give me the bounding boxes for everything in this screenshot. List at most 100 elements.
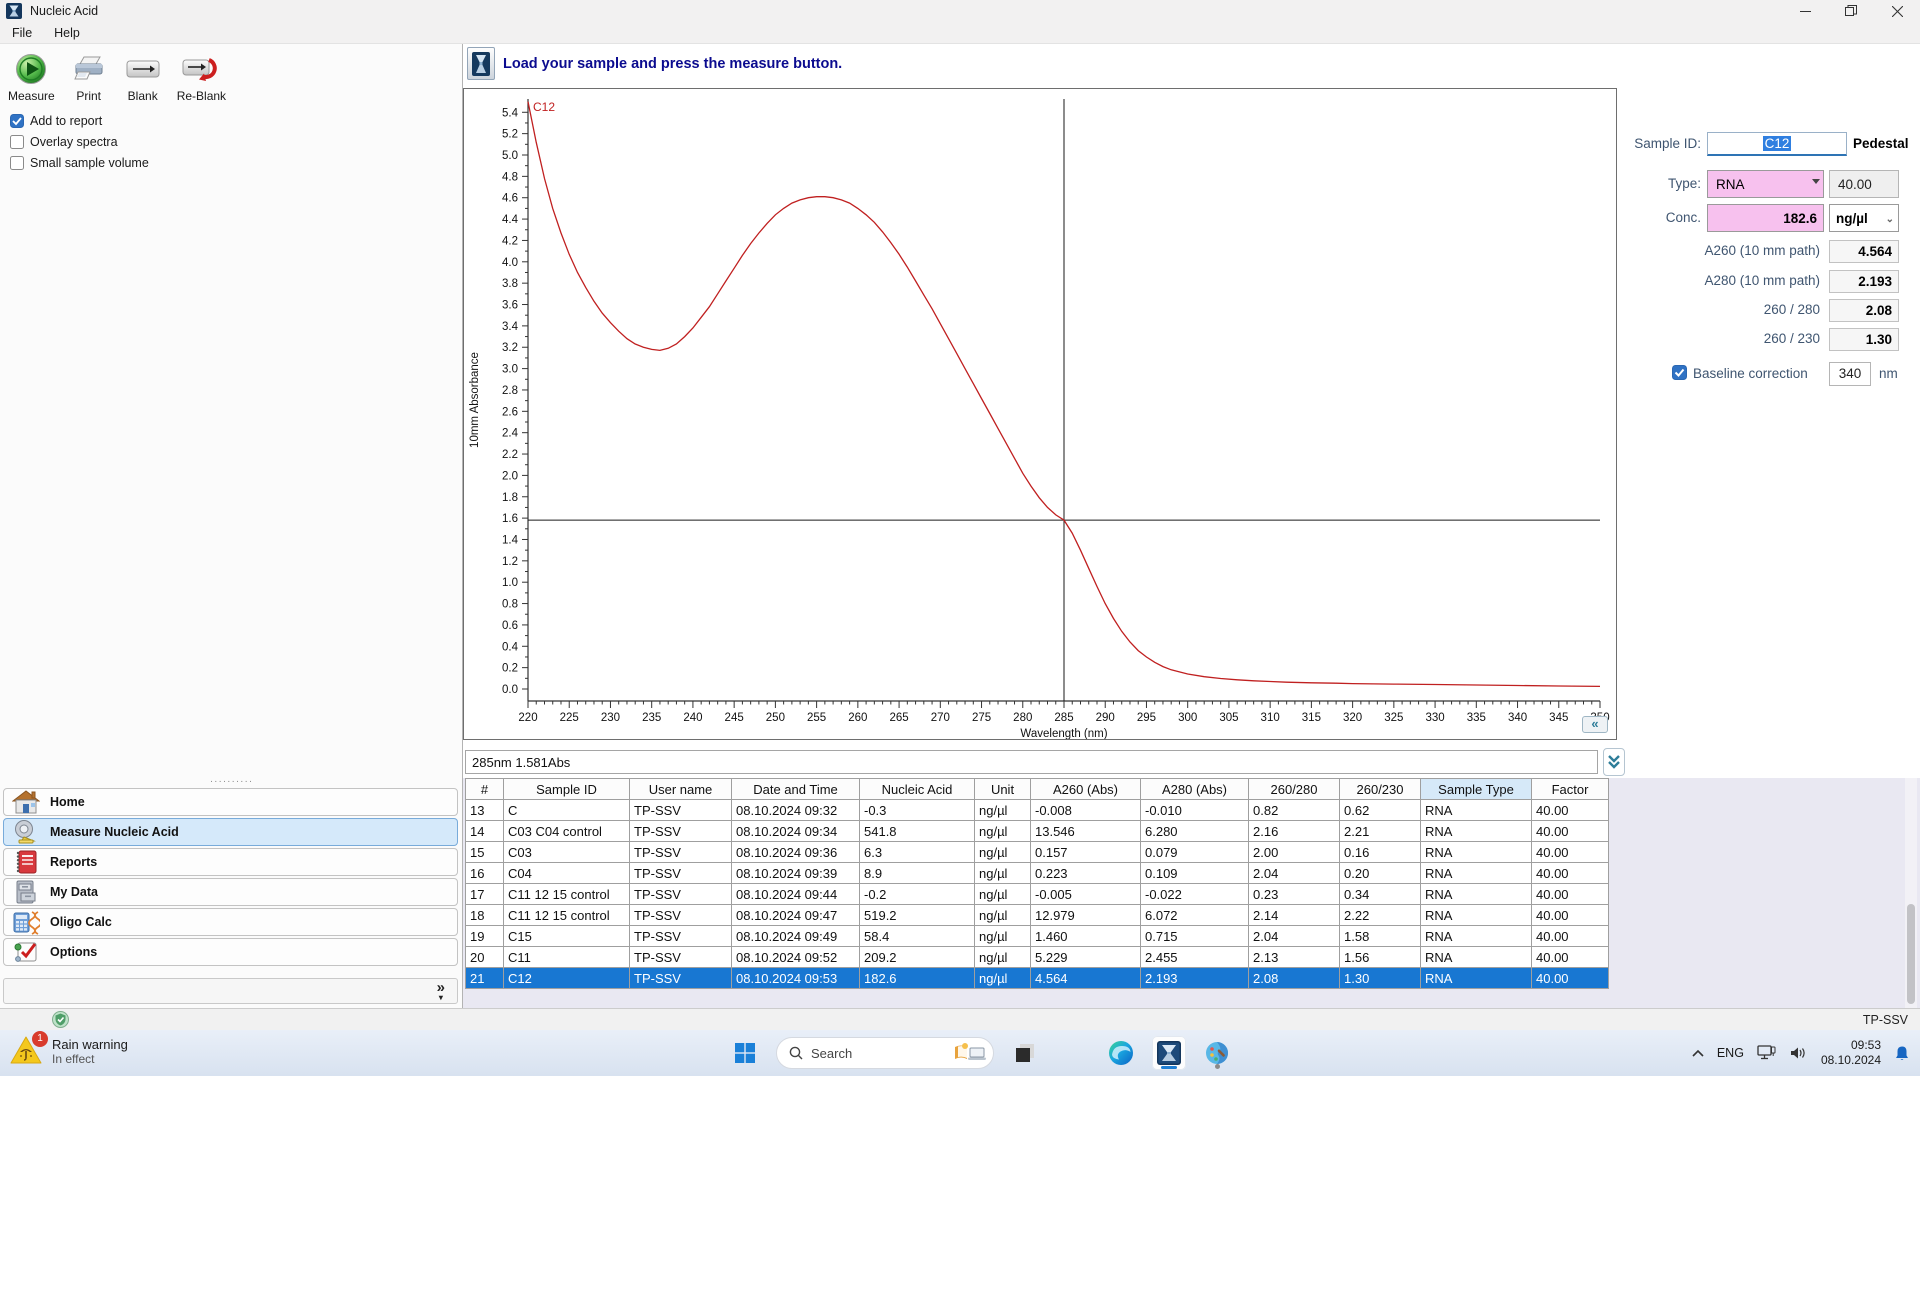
column-header[interactable]: 260/230: [1339, 778, 1421, 800]
column-header[interactable]: Factor: [1531, 778, 1609, 800]
blank-button[interactable]: Blank: [121, 50, 165, 105]
sample-id-input[interactable]: C12: [1707, 132, 1847, 156]
column-header[interactable]: Sample ID: [503, 778, 630, 800]
language-indicator[interactable]: ENG: [1717, 1046, 1744, 1060]
type-select[interactable]: RNA: [1707, 170, 1824, 198]
column-header[interactable]: A280 (Abs): [1140, 778, 1249, 800]
sidebar-item-my-data[interactable]: My Data: [3, 878, 458, 906]
print-button[interactable]: Print: [67, 50, 111, 105]
start-button[interactable]: [728, 1036, 762, 1070]
chart-collapse-button[interactable]: «: [1582, 716, 1608, 733]
running-app-indicator: [1215, 1064, 1220, 1069]
svg-text:1.2: 1.2: [502, 556, 518, 568]
table-row[interactable]: 18 C11 12 15 control TP-SSV 08.10.2024 09:4…: [465, 904, 1609, 926]
cell: 0.23: [1248, 883, 1340, 905]
cell: 0.34: [1339, 883, 1421, 905]
metric-value: 1.30: [1829, 328, 1899, 351]
column-header[interactable]: Sample Type: [1420, 778, 1532, 800]
splitter-handle[interactable]: ··········: [0, 777, 463, 787]
minimize-button[interactable]: [1782, 0, 1828, 22]
checkbox-icon: [10, 155, 24, 170]
cell: RNA: [1420, 799, 1532, 821]
cell: 08.10.2024 09:34: [731, 820, 860, 842]
sidebar-item-home[interactable]: Home: [3, 788, 458, 816]
column-header[interactable]: User name: [629, 778, 732, 800]
edge-browser-icon[interactable]: [1104, 1036, 1138, 1070]
conc-unit-select[interactable]: ng/µl ⌄: [1829, 204, 1899, 232]
svg-text:2.8: 2.8: [502, 385, 518, 397]
table-expand-button[interactable]: [1603, 748, 1625, 776]
crosshair-status-row: 285nm 1.581Abs: [463, 748, 1920, 778]
tray-expand-icon[interactable]: [1692, 1049, 1704, 1057]
column-header[interactable]: 260/280: [1248, 778, 1340, 800]
column-header[interactable]: Unit: [974, 778, 1031, 800]
cell: 19: [465, 925, 504, 947]
volume-icon[interactable]: [1790, 1046, 1808, 1060]
table-row[interactable]: 13 C TP-SSV 08.10.2024 09:32 -0.3 ng/µl -0.008…: [465, 799, 1609, 821]
column-header[interactable]: Date and Time: [731, 778, 860, 800]
svg-text:4.2: 4.2: [502, 235, 518, 247]
sidebar-item-measure-nucleic-acid[interactable]: Measure Nucleic Acid: [3, 818, 458, 846]
sidebar-item-reports[interactable]: Reports: [3, 848, 458, 876]
baseline-wavelength-field[interactable]: 340: [1829, 362, 1871, 386]
table-scrollbar[interactable]: [1905, 778, 1917, 1008]
network-icon[interactable]: [1757, 1045, 1777, 1061]
results-table-panel: # Sample ID User name Date and Time Nucleic …: [463, 778, 1920, 1008]
scrollbar-thumb[interactable]: [1907, 904, 1915, 1004]
notification-bell-icon[interactable]: [1894, 1045, 1910, 1062]
restore-button[interactable]: [1828, 0, 1874, 22]
cell: -0.005: [1030, 883, 1141, 905]
measure-nucleic-acid-icon: [12, 820, 40, 844]
svg-text:C12: C12: [533, 100, 555, 114]
app-icon: [6, 3, 22, 19]
overlay-spectra-checkbox[interactable]: Overlay spectra: [10, 131, 149, 152]
menu-file[interactable]: File: [12, 26, 32, 40]
measure-button[interactable]: Measure: [6, 50, 57, 105]
table-row[interactable]: 19 C15 TP-SSV 08.10.2024 09:49 58.4 ng/µl 1.46…: [465, 925, 1609, 947]
options-icon: [12, 940, 40, 964]
table-row[interactable]: 16 C04 TP-SSV 08.10.2024 09:39 8.9 ng/µl 0.223…: [465, 862, 1609, 884]
cell: 1.58: [1339, 925, 1421, 947]
cell: 2.00: [1248, 841, 1340, 863]
home-icon: [12, 790, 40, 814]
baseline-correction-checkbox[interactable]: [1672, 365, 1687, 380]
cell: 4.564: [1030, 967, 1141, 989]
search-input[interactable]: Search: [776, 1037, 994, 1069]
factor-field[interactable]: 40.00: [1829, 170, 1899, 198]
svg-text:305: 305: [1219, 712, 1238, 724]
cell: RNA: [1420, 862, 1532, 884]
column-header[interactable]: Nucleic Acid: [859, 778, 975, 800]
cell: 40.00: [1531, 820, 1609, 842]
menu-help[interactable]: Help: [54, 26, 80, 40]
cell: ng/µl: [974, 862, 1031, 884]
cell: 40.00: [1531, 862, 1609, 884]
print-icon: [72, 52, 106, 86]
nav-expand-button[interactable]: » ▾: [437, 980, 445, 1002]
weather-widget[interactable]: 1 Rain warning In effect: [10, 1031, 128, 1067]
svg-text:315: 315: [1302, 712, 1321, 724]
close-button[interactable]: [1874, 0, 1920, 22]
sidebar-item-options[interactable]: Options: [3, 938, 458, 966]
table-row[interactable]: 15 C03 TP-SSV 08.10.2024 09:36 6.3 ng/µl 0.157…: [465, 841, 1609, 863]
clock[interactable]: 09:53 08.10.2024: [1821, 1038, 1881, 1068]
re-blank-button[interactable]: Re-Blank: [175, 50, 228, 105]
table-row[interactable]: 21 C12 TP-SSV 08.10.2024 09:53 182.6 ng/µl 4.5…: [465, 967, 1609, 989]
table-row[interactable]: 17 C11 12 15 control TP-SSV 08.10.2024 09:4…: [465, 883, 1609, 905]
table-row[interactable]: 14 C03 C04 control TP-SSV 08.10.2024 09:34 5…: [465, 820, 1609, 842]
cell: RNA: [1420, 820, 1532, 842]
cell: 2.22: [1339, 904, 1421, 926]
desktops-icon[interactable]: [1008, 1036, 1042, 1070]
chevron-down-icon: [1812, 179, 1820, 184]
spectrum-chart[interactable]: 220 225 230 235 240 245 250 255 260 265 270 275 280 2…: [464, 89, 1616, 739]
column-header[interactable]: #: [465, 778, 504, 800]
cell: 12.979: [1030, 904, 1141, 926]
paint-app-icon[interactable]: [1200, 1036, 1234, 1070]
column-header[interactable]: A260 (Abs): [1030, 778, 1141, 800]
cell: 40.00: [1531, 946, 1609, 968]
nucleic-acid-app-icon[interactable]: [1152, 1036, 1186, 1070]
sidebar-item-oligo-calc[interactable]: Oligo Calc: [3, 908, 458, 936]
add-to-report-checkbox[interactable]: Add to report: [10, 110, 149, 131]
cell: 08.10.2024 09:32: [731, 799, 860, 821]
table-row[interactable]: 20 C11 TP-SSV 08.10.2024 09:52 209.2 ng/µl 5.2…: [465, 946, 1609, 968]
small-sample-volume-checkbox[interactable]: Small sample volume: [10, 152, 149, 173]
